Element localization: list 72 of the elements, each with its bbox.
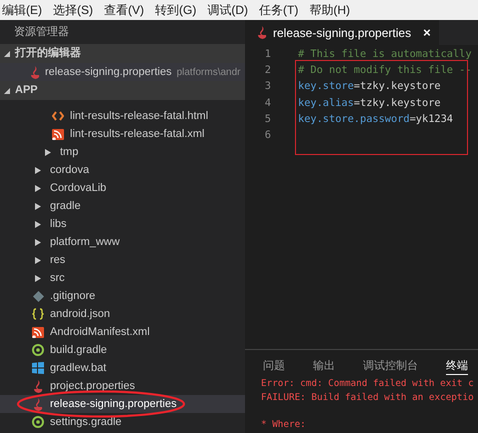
diamond-icon: [32, 290, 44, 302]
tree-item[interactable]: build.gradle: [0, 341, 245, 359]
editor-tab[interactable]: release-signing.properties ×: [245, 20, 439, 45]
menu-item[interactable]: 选择(S): [53, 1, 93, 19]
tree-item[interactable]: gradle: [0, 197, 245, 215]
feed-file-icon: [32, 326, 44, 338]
collapsed-icon[interactable]: [35, 202, 41, 210]
panel-tab[interactable]: 终端: [446, 358, 468, 375]
tree-item[interactable]: cordova: [0, 161, 245, 179]
menu-item[interactable]: 任务(T): [259, 1, 298, 19]
line-number: 5: [264, 112, 272, 127]
panel-tab[interactable]: 调试控制台: [363, 358, 418, 375]
menu-item[interactable]: 查看(V): [104, 1, 144, 19]
panel-tab[interactable]: 问题: [263, 358, 285, 375]
tree-item[interactable]: android.json: [0, 305, 245, 323]
panel-tab[interactable]: 输出: [313, 358, 335, 375]
collapsed-icon[interactable]: [35, 256, 41, 264]
tree-item[interactable]: .gitignore: [0, 287, 245, 305]
tree-item[interactable]: project.properties: [0, 377, 245, 395]
open-editor-item[interactable]: release-signing.properties platforms\andr: [0, 63, 245, 81]
expanded-icon[interactable]: [4, 50, 10, 57]
tree-item[interactable]: settings.gradle: [0, 413, 245, 431]
collapsed-icon[interactable]: [35, 274, 41, 282]
tree-item[interactable]: CordovaLib: [0, 179, 245, 197]
code-line: key.store.password=yk1234: [298, 112, 453, 125]
tree-item[interactable]: release-signing.properties: [0, 395, 245, 413]
collapsed-icon[interactable]: [45, 148, 51, 156]
code-line: key.alias=tzky.keystore: [298, 96, 441, 109]
terminal-line: * Where:: [261, 418, 306, 431]
sidebar-title: 资源管理器: [13, 24, 70, 40]
terminal-line: FAILURE: Build failed with an exceptio: [261, 390, 474, 404]
code-comment: # This file is automatically: [298, 48, 472, 60]
tree-item[interactable]: lint-results-release-fatal.html: [0, 107, 245, 125]
collapsed-icon[interactable]: [35, 184, 41, 192]
file-name: release-signing.properties: [45, 64, 172, 80]
code-line: key.store=tzky.keystore: [298, 80, 441, 92]
menu-item[interactable]: 调试(D): [207, 1, 248, 19]
line-number: 2: [264, 63, 272, 78]
flame-file-icon: [32, 398, 44, 410]
terminal-line: Error: cmd: Command failed with exit c: [261, 377, 474, 390]
file-path: platforms\andr: [176, 66, 240, 80]
flame-file-icon: [256, 26, 268, 39]
line-number: 4: [264, 96, 272, 111]
section-header[interactable]: APP: [0, 81, 245, 100]
cycle-icon: [32, 416, 44, 428]
line-number: 1: [264, 47, 272, 62]
braces-icon: [32, 308, 44, 320]
tree-item[interactable]: tmp: [0, 143, 245, 161]
collapsed-icon[interactable]: [35, 238, 41, 246]
flame-file-icon: [32, 380, 44, 392]
windows-icon: [32, 362, 44, 374]
section-header[interactable]: 打开的编辑器: [0, 44, 245, 63]
menu-item[interactable]: 转到(G): [155, 1, 196, 19]
tree-item[interactable]: gradlew.bat: [0, 359, 245, 377]
line-number: 3: [264, 79, 272, 94]
tree-item[interactable]: AndroidManifest.xml: [0, 323, 245, 341]
flame-file-icon: [30, 66, 40, 78]
cycle-icon: [32, 344, 44, 356]
tree-item[interactable]: platform_www: [0, 233, 245, 251]
collapsed-icon[interactable]: [35, 166, 41, 174]
collapsed-icon[interactable]: [35, 220, 41, 228]
tree-item[interactable]: libs: [0, 215, 245, 233]
close-icon[interactable]: ×: [423, 22, 431, 42]
menu-item[interactable]: 帮助(H): [309, 1, 350, 19]
line-number: 6: [264, 128, 272, 143]
feed-file-icon: [52, 128, 64, 140]
menu-item[interactable]: 编辑(E): [2, 1, 42, 19]
code-file-icon: [52, 111, 64, 121]
tree-item[interactable]: res: [0, 251, 245, 269]
expanded-icon[interactable]: [4, 87, 10, 94]
tree-item[interactable]: lint-results-release-fatal.xml: [0, 125, 245, 143]
tree-item[interactable]: src: [0, 269, 245, 287]
